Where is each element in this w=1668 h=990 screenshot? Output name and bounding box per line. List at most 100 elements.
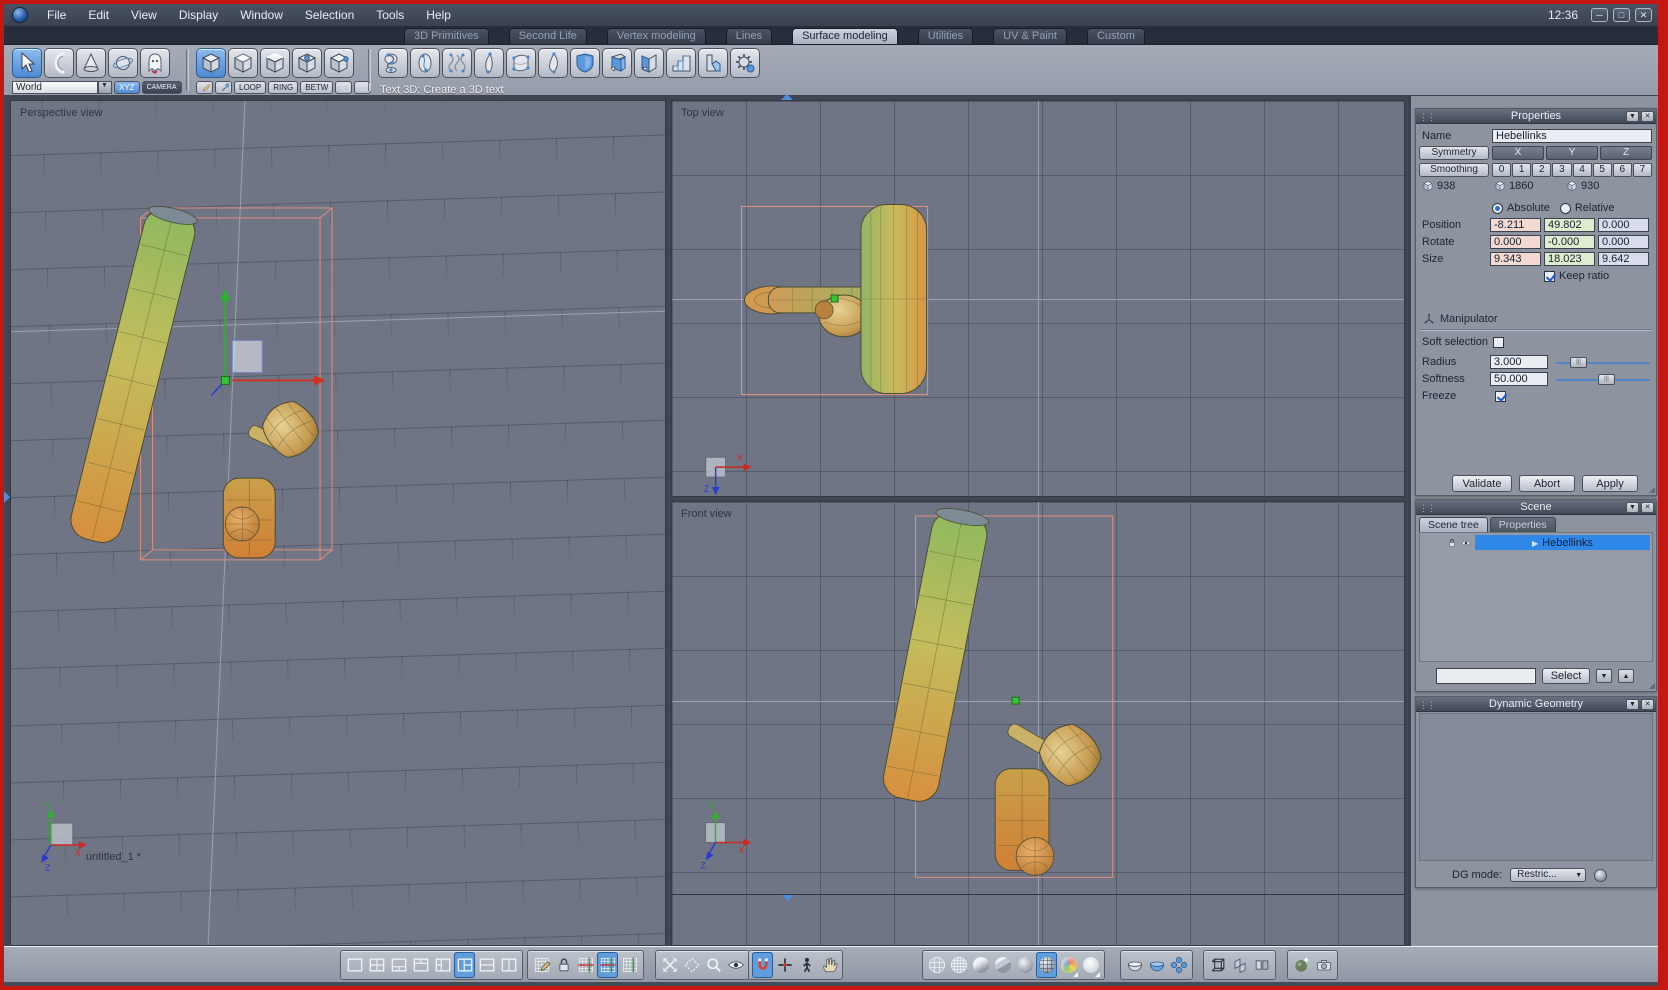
render-button[interactable] bbox=[1291, 952, 1312, 978]
render-button[interactable] bbox=[1313, 952, 1334, 978]
apply-button[interactable]: Apply bbox=[1582, 475, 1638, 492]
collapse-handle-icon[interactable] bbox=[4, 491, 10, 503]
dg-indicator-icon[interactable] bbox=[1594, 868, 1608, 882]
grid-option-button[interactable] bbox=[575, 952, 596, 978]
perspective-viewport[interactable]: Perspective view Y X Z untitled_1 * bbox=[10, 100, 666, 946]
misc-display-button[interactable] bbox=[1251, 952, 1272, 978]
next-selection-icon[interactable]: ▲ bbox=[1618, 669, 1634, 683]
smoothing-level-button[interactable]: 5 bbox=[1592, 163, 1612, 177]
select-tool-button[interactable] bbox=[12, 48, 42, 78]
drag-grip-icon[interactable]: ⋮⋮ bbox=[1419, 698, 1436, 713]
panel-close-icon[interactable]: ✕ bbox=[1641, 502, 1654, 513]
dynamic-geometry-titlebar[interactable]: ⋮⋮ Dynamic Geometry ▼ ✕ bbox=[1416, 697, 1656, 712]
navigation-tool-button[interactable] bbox=[818, 952, 839, 978]
transform-z-field[interactable]: 0.000 bbox=[1598, 235, 1649, 249]
keep-ratio-checkbox[interactable] bbox=[1544, 270, 1555, 282]
edit-mode-button[interactable] bbox=[260, 48, 290, 78]
smoothing-level-button[interactable]: 2 bbox=[1532, 163, 1552, 177]
viewport-layout-button[interactable] bbox=[476, 952, 497, 978]
transform-x-field[interactable]: -8.211 bbox=[1490, 218, 1541, 232]
properties-panel-titlebar[interactable]: ⋮⋮ Properties ▼ ✕ bbox=[1416, 109, 1656, 124]
model-hebellinks-top[interactable]: X Z bbox=[672, 101, 1404, 496]
shading-mode-button[interactable] bbox=[1080, 952, 1101, 978]
edit-mode-button[interactable] bbox=[196, 48, 226, 78]
select-tool-button[interactable] bbox=[140, 48, 170, 78]
surface-tool-button[interactable] bbox=[698, 48, 728, 78]
scene-search-input[interactable] bbox=[1436, 668, 1536, 684]
menu-item[interactable]: Edit bbox=[77, 4, 120, 26]
collapse-handle-icon[interactable] bbox=[781, 94, 793, 100]
viewport-layout-button[interactable] bbox=[366, 952, 387, 978]
shading-mode-button[interactable] bbox=[1058, 952, 1079, 978]
smoothing-level-button[interactable]: 1 bbox=[1512, 163, 1532, 177]
view-tool-button[interactable] bbox=[681, 952, 702, 978]
edit-mode-button[interactable] bbox=[292, 48, 322, 78]
misc-display-button[interactable] bbox=[1207, 952, 1228, 978]
shading-mode-button[interactable] bbox=[926, 952, 947, 978]
grid-option-button[interactable] bbox=[531, 952, 552, 978]
panel-close-icon[interactable]: ✕ bbox=[1641, 699, 1654, 710]
menu-item[interactable]: Window bbox=[229, 4, 294, 26]
relative-radio[interactable] bbox=[1559, 202, 1571, 214]
ribbon-tab[interactable]: Custom bbox=[1086, 28, 1145, 44]
collapse-handle-icon[interactable] bbox=[782, 895, 794, 901]
loop-select-button[interactable]: LOOP bbox=[234, 81, 267, 94]
shading-mode-button[interactable] bbox=[970, 952, 991, 978]
drag-grip-icon[interactable]: ⋮⋮ bbox=[1419, 110, 1436, 125]
surface-tool-button[interactable] bbox=[570, 48, 600, 78]
panel-close-icon[interactable]: ✕ bbox=[1641, 111, 1654, 122]
select-button[interactable]: Select bbox=[1542, 668, 1590, 684]
ribbon-tab[interactable]: Utilities bbox=[917, 28, 974, 44]
edit-small-tool-button[interactable] bbox=[215, 81, 232, 94]
surface-tool-button[interactable] bbox=[538, 48, 568, 78]
symmetry-axis-button[interactable]: Z bbox=[1600, 146, 1652, 160]
model-hebellinks-perspective[interactable]: Y X Z bbox=[11, 101, 665, 945]
maximize-button[interactable]: □ bbox=[1613, 8, 1630, 22]
ribbon-tab[interactable]: 3D Primitives bbox=[404, 28, 489, 44]
resize-grip-icon[interactable]: ◢ bbox=[1649, 485, 1655, 494]
navigation-tool-button[interactable] bbox=[796, 952, 817, 978]
transform-x-field[interactable]: 0.000 bbox=[1490, 235, 1541, 249]
radius-slider[interactable] bbox=[1556, 356, 1650, 368]
smoothing-level-button[interactable]: 3 bbox=[1552, 163, 1572, 177]
viewport-layout-button[interactable] bbox=[454, 952, 475, 978]
navigation-tool-button[interactable] bbox=[752, 952, 773, 978]
edit-mode-button[interactable] bbox=[324, 48, 354, 78]
world-dropdown-arrow-icon[interactable] bbox=[98, 81, 112, 94]
ribbon-tab[interactable]: Lines bbox=[725, 28, 773, 44]
smoothing-level-button[interactable]: 7 bbox=[1632, 163, 1652, 177]
menu-item[interactable]: Help bbox=[415, 4, 462, 26]
symmetry-axis-button[interactable]: Y bbox=[1546, 146, 1598, 160]
transform-y-field[interactable]: 18.023 bbox=[1544, 252, 1595, 266]
select-tool-button[interactable] bbox=[76, 48, 106, 78]
menu-item[interactable]: View bbox=[120, 4, 168, 26]
scene-tree[interactable]: ▶ Hebellinks bbox=[1419, 532, 1653, 662]
softness-field[interactable]: 50.000 bbox=[1490, 372, 1548, 386]
smoothing-button[interactable]: Smoothing bbox=[1419, 163, 1489, 177]
surface-tool-button[interactable] bbox=[378, 48, 408, 78]
loop-select-button[interactable]: BETW bbox=[300, 81, 334, 94]
absolute-radio[interactable] bbox=[1492, 202, 1503, 214]
grid-option-button[interactable] bbox=[553, 952, 574, 978]
viewport-layout-button[interactable] bbox=[410, 952, 431, 978]
transform-x-field[interactable]: 9.343 bbox=[1490, 252, 1541, 266]
transform-y-field[interactable]: -0.000 bbox=[1544, 235, 1595, 249]
top-viewport[interactable]: Top view X Z bbox=[671, 100, 1405, 497]
menu-item[interactable]: Display bbox=[168, 4, 229, 26]
viewport-layout-button[interactable] bbox=[388, 952, 409, 978]
misc-display-button[interactable] bbox=[1229, 952, 1250, 978]
front-viewport[interactable]: Front view Y X Z bbox=[671, 501, 1405, 946]
select-tool-button[interactable] bbox=[108, 48, 138, 78]
drag-grip-icon[interactable]: ⋮⋮ bbox=[1419, 501, 1436, 516]
close-button[interactable]: ✕ bbox=[1635, 8, 1652, 22]
smoothing-level-button[interactable]: 0 bbox=[1492, 163, 1512, 177]
lock-icon[interactable] bbox=[1446, 537, 1458, 549]
name-field[interactable]: Hebellinks bbox=[1492, 129, 1652, 143]
loop-select-button[interactable]: RING bbox=[268, 81, 299, 94]
resize-grip-icon[interactable]: ◢ bbox=[1649, 681, 1655, 690]
ribbon-tab[interactable]: UV & Paint bbox=[993, 28, 1067, 44]
surface-tool-button[interactable] bbox=[442, 48, 472, 78]
soft-selection-checkbox[interactable] bbox=[1493, 336, 1505, 348]
shading-mode-button[interactable] bbox=[1014, 952, 1035, 978]
menu-item[interactable]: File bbox=[36, 4, 77, 26]
